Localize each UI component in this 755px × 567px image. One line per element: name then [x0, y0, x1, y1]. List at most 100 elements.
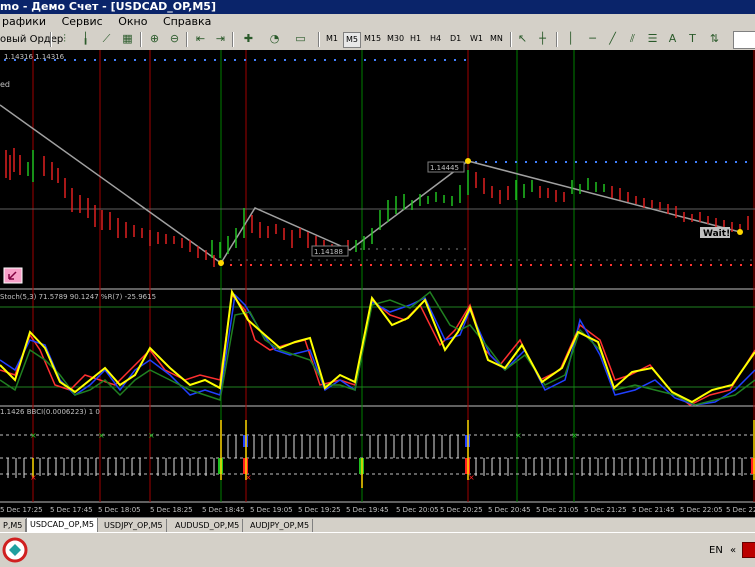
timeframe-w1[interactable]: W1	[468, 32, 485, 46]
signal-vertical-lines	[32, 50, 755, 502]
language-indicator[interactable]: EN	[709, 545, 723, 556]
horizontal-line-icon[interactable]: ─	[584, 31, 601, 47]
window-titlebar: mo - Демо Счет - [USDCAD_OP,M5]	[0, 0, 755, 14]
zoom-in-icon[interactable]: ⊕	[146, 31, 163, 47]
time-label: 5 Dec 19:05	[250, 506, 293, 514]
tab-audusd[interactable]: AUDUSD_OP,M5	[172, 519, 244, 532]
bbci-histogram	[7, 435, 743, 478]
cursor-icon[interactable]: ↖	[514, 31, 531, 47]
time-label: 5 Dec 22:05	[680, 506, 723, 514]
text-tool-button[interactable]: A	[664, 31, 681, 47]
toolbar-separator	[556, 32, 558, 47]
menu-item-tools[interactable]: Сервис	[62, 15, 103, 28]
chart-shift-icon[interactable]: ⇥	[212, 31, 229, 47]
svg-text:×: ×	[515, 431, 522, 440]
svg-text:×: ×	[30, 473, 37, 482]
time-label: 5 Dec 22	[726, 506, 755, 514]
svg-text:×: ×	[245, 473, 252, 482]
periods-icon[interactable]: ◔	[266, 31, 283, 47]
timeframe-m15[interactable]: M15	[362, 32, 383, 46]
menu-item-charts[interactable]: рафики	[2, 15, 46, 28]
timeframe-mn[interactable]: MN	[488, 32, 505, 46]
search-input[interactable]	[733, 31, 755, 49]
taskbar: EN «	[0, 532, 755, 567]
crosshair-icon[interactable]: ┼	[534, 31, 551, 47]
timeframe-m30[interactable]: M30	[385, 32, 406, 46]
toolbar-separator	[50, 32, 52, 47]
price-info: 1.14316 1.14316	[4, 53, 65, 61]
arrows-icon[interactable]: ⇅	[706, 31, 723, 47]
zoom-out-icon[interactable]: ⊖	[166, 31, 183, 47]
time-label: 5 Dec 21:45	[632, 506, 675, 514]
svg-text:×: ×	[468, 473, 475, 482]
toolbar-separator	[510, 32, 512, 47]
tab-prev-chart[interactable]: P,M5	[0, 519, 27, 532]
toolbar-separator	[232, 32, 234, 47]
pivot-marker	[218, 260, 224, 266]
time-label: 5 Dec 20:45	[488, 506, 531, 514]
time-axis: 5 Dec 17:25 5 Dec 17:45 5 Dec 18:05 5 De…	[0, 506, 755, 514]
menu-item-window[interactable]: Окно	[118, 15, 147, 28]
tab-audjpy[interactable]: AUDJPY_OP,M5	[247, 519, 314, 532]
line-chart-icon[interactable]: ⟋	[98, 31, 115, 47]
svg-text:×: ×	[30, 431, 37, 440]
toolbar: овый Ордер ⫶ ╽ ⟋ ▦ ⊕ ⊖ ⇤ ⇥ ✚ ◔ ▭ M1 M5 M…	[0, 29, 755, 51]
chart-canvas[interactable]: 1.14445 1.14188 Wait! 1.14316 1.14316 ed…	[0, 50, 755, 517]
app-logo-icon[interactable]	[2, 537, 28, 563]
tray-app-icon[interactable]	[742, 542, 755, 558]
timeframe-m1[interactable]: M1	[324, 32, 340, 46]
autoscroll-icon[interactable]: ⇤	[192, 31, 209, 47]
toolbar-separator	[318, 32, 320, 47]
stoch-label: Stoch(5,3) 71.5789 90.1247 %R(7) -25.961…	[0, 293, 156, 301]
trendline-icon[interactable]: ╱	[604, 31, 621, 47]
menu-item-help[interactable]: Справка	[163, 15, 211, 28]
chart-tabs: P,M5 USDCAD_OP,M5 USDJPY_OP,M5 AUDUSD_OP…	[0, 517, 755, 533]
time-label: 5 Dec 21:25	[584, 506, 627, 514]
fibonacci-icon[interactable]: ☰	[644, 31, 661, 47]
time-label: 5 Dec 17:25	[0, 506, 43, 514]
time-label: 5 Dec 18:05	[98, 506, 141, 514]
indicator-label-main: ed	[0, 80, 10, 89]
timeframe-h1[interactable]: H1	[408, 32, 423, 46]
timeframe-m5[interactable]: M5	[343, 32, 361, 48]
tab-usdcad[interactable]: USDCAD_OP,M5	[26, 518, 98, 533]
fast-line	[0, 288, 755, 404]
toolbar-separator	[140, 32, 142, 47]
time-label: 5 Dec 20:05	[396, 506, 439, 514]
pivot-marker	[737, 229, 743, 235]
bbci-crosses: × × × × × × × ×	[30, 431, 578, 482]
bbci-label: 1.1426 BBCI(0.0006223) 1 0	[0, 408, 100, 416]
price-label-high: 1.14445	[430, 164, 459, 172]
toolbar-separator	[186, 32, 188, 47]
svg-text:×: ×	[148, 431, 155, 440]
time-label: 5 Dec 19:25	[298, 506, 341, 514]
layout-icon[interactable]: ▦	[119, 31, 136, 47]
vertical-line-icon[interactable]: │	[562, 31, 579, 47]
time-label: 5 Dec 19:45	[346, 506, 389, 514]
time-label: 5 Dec 20:25	[440, 506, 483, 514]
timeframe-h4[interactable]: H4	[428, 32, 443, 46]
signal-label: Wait!	[703, 229, 730, 239]
tray-expand-arrow[interactable]: «	[730, 545, 736, 556]
new-order-button[interactable]: овый Ордер	[0, 32, 63, 47]
time-label: 5 Dec 17:45	[50, 506, 93, 514]
bar-chart-icon[interactable]: ⫶	[56, 31, 73, 47]
time-label: 5 Dec 18:45	[202, 506, 245, 514]
candlestick-chart-icon[interactable]: ╽	[77, 31, 94, 47]
svg-text:×: ×	[98, 431, 105, 440]
indicators-icon[interactable]: ✚	[240, 31, 257, 47]
price-label-low: 1.14188	[314, 248, 343, 256]
svg-text:×: ×	[571, 431, 578, 440]
chart-area[interactable]: 1.14445 1.14188 Wait! 1.14316 1.14316 ed…	[0, 50, 755, 517]
timeframe-d1[interactable]: D1	[448, 32, 463, 46]
templates-icon[interactable]: ▭	[292, 31, 309, 47]
zigzag-line	[0, 104, 741, 265]
text-label-icon[interactable]: T	[684, 31, 701, 47]
tab-usdjpy[interactable]: USDJPY_OP,M5	[101, 519, 167, 532]
channel-icon[interactable]: ⫽	[624, 31, 641, 47]
menu-bar: рафики Сервис Окно Справка	[0, 14, 755, 29]
pivot-marker	[465, 158, 471, 164]
time-label: 5 Dec 21:05	[536, 506, 579, 514]
stoch-signal-line	[0, 290, 755, 406]
window-title: mo - Демо Счет - [USDCAD_OP,M5]	[0, 0, 216, 13]
